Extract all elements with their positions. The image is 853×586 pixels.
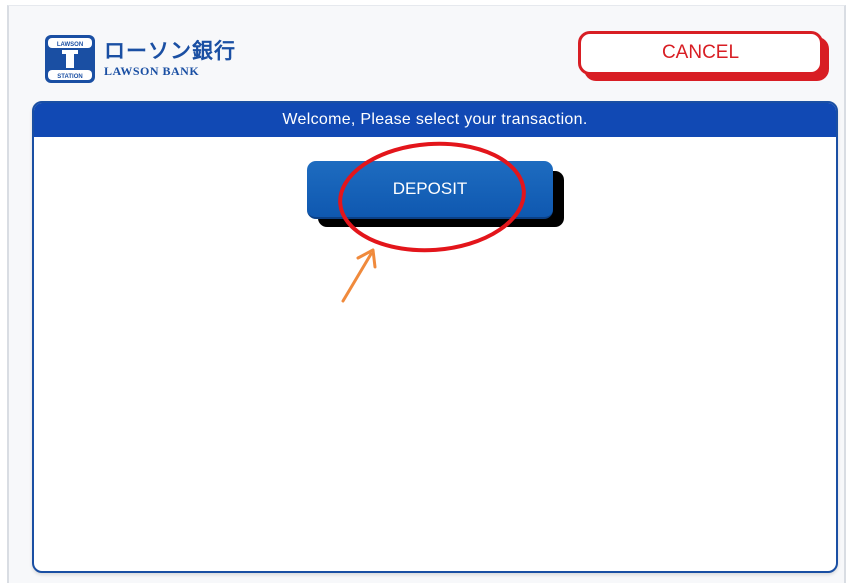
lawson-bank-logo: LAWSON STATION ローソン銀行 LAWSON BANK xyxy=(44,34,236,84)
deposit-button-group: DEPOSIT xyxy=(307,161,565,229)
instruction-text: Welcome, Please select your transaction. xyxy=(282,111,588,128)
lawson-badge-icon: LAWSON STATION xyxy=(44,34,96,84)
instruction-banner: Welcome, Please select your transaction. xyxy=(34,103,836,137)
deposit-button[interactable]: DEPOSIT xyxy=(307,161,553,219)
brand-name-jp: ローソン銀行 xyxy=(104,39,236,63)
badge-bottom-text: STATION xyxy=(57,74,82,80)
brand-name-en: LAWSON BANK xyxy=(104,64,200,78)
badge-top-text: LAWSON xyxy=(57,42,83,48)
cancel-button[interactable]: CANCEL xyxy=(578,31,823,75)
